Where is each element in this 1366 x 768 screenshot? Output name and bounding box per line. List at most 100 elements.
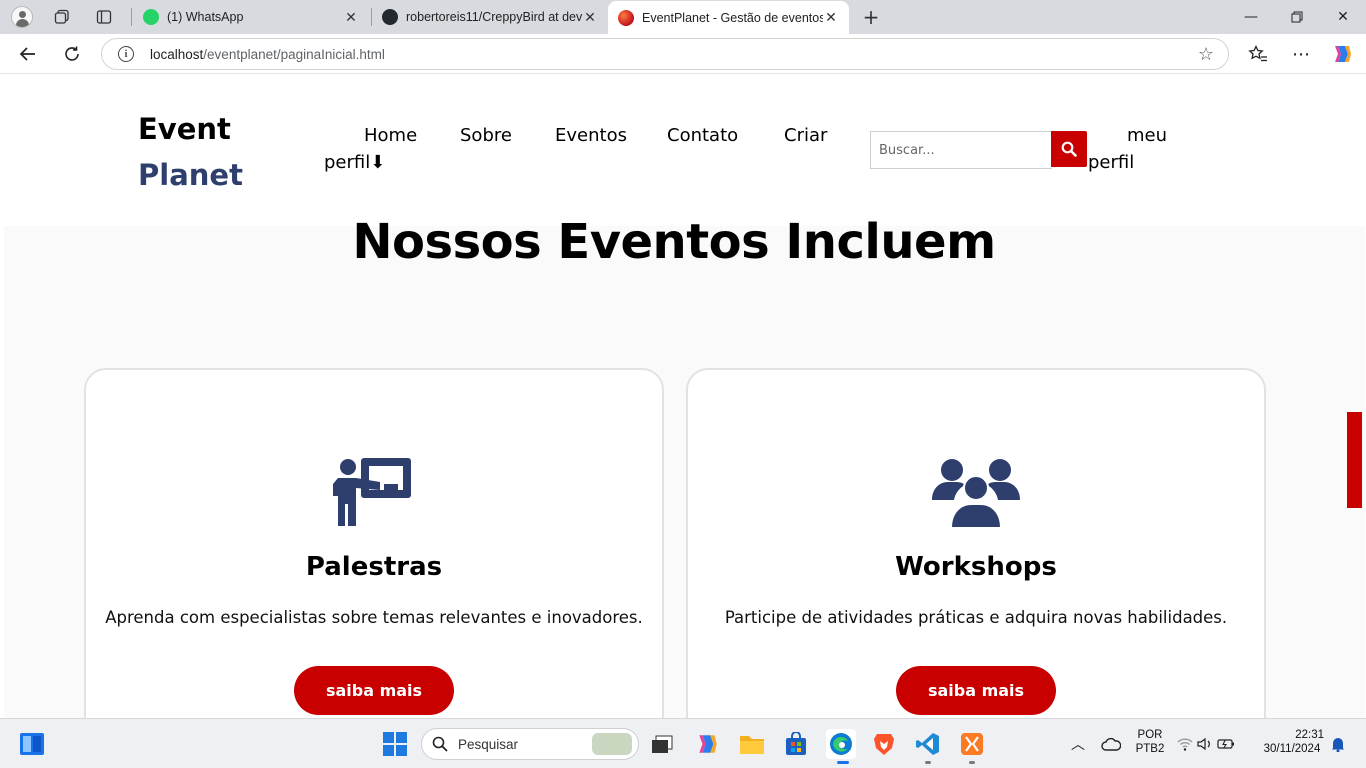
edge-icon	[830, 733, 852, 755]
clock[interactable]: 22:31 30/11/2024	[1252, 729, 1332, 755]
tab-actions-icon	[96, 10, 112, 24]
vscode-icon	[916, 733, 939, 755]
brave-lion-icon	[874, 734, 894, 755]
tab-whatsapp[interactable]: (1) WhatsApp ✕	[133, 0, 369, 34]
close-tab-icon[interactable]: ✕	[343, 9, 359, 26]
back-button[interactable]	[13, 40, 43, 68]
nav-contato-link[interactable]: Contato	[667, 125, 738, 146]
clock-date: 30/11/2024	[1263, 743, 1321, 755]
copilot-button[interactable]	[1328, 40, 1358, 68]
favorites-button[interactable]	[1243, 40, 1273, 68]
keyboard-layout: PTB2	[1135, 743, 1165, 755]
copilot-icon	[1335, 46, 1351, 62]
profile-button[interactable]	[7, 4, 37, 30]
search-icon	[1061, 141, 1077, 157]
new-tab-button[interactable]: +	[856, 4, 886, 30]
tab-actions-button[interactable]	[89, 4, 119, 30]
system-status-button[interactable]	[1176, 730, 1236, 758]
onedrive-button[interactable]	[1098, 730, 1124, 758]
nav-criar-link[interactable]: Criar	[784, 125, 827, 146]
copilot-icon	[699, 735, 717, 753]
nav-eventos-link[interactable]: Eventos	[555, 125, 627, 146]
users-group-icon	[931, 456, 1021, 532]
close-tab-icon[interactable]: ✕	[823, 9, 839, 26]
browser-tab-strip: (1) WhatsApp ✕ robertoreis11/CreppyBird …	[0, 0, 1366, 34]
whatsapp-icon	[143, 9, 159, 25]
saiba-mais-button[interactable]: saiba mais	[896, 666, 1056, 715]
favorite-star-icon[interactable]: ☆	[1198, 44, 1214, 65]
language-indicator[interactable]: POR PTB2	[1132, 729, 1168, 755]
xampp-running-indicator	[969, 761, 975, 764]
eventplanet-icon	[618, 9, 634, 26]
vscode-button[interactable]	[914, 730, 942, 758]
widgets-button[interactable]	[18, 730, 46, 758]
nav-meu-perfil-link[interactable]: perfil	[1088, 152, 1134, 173]
more-dots-icon: ⋯	[1292, 43, 1310, 65]
search-input[interactable]	[870, 131, 1052, 169]
chevron-up-icon: ︿	[1071, 737, 1085, 753]
store-button[interactable]	[782, 730, 810, 758]
language-code: POR	[1137, 729, 1163, 741]
xampp-button[interactable]	[958, 730, 986, 758]
nav-meu-text[interactable]: meu	[1127, 125, 1167, 146]
taskbar-search-placeholder: Pesquisar	[458, 736, 519, 752]
taskbar: Pesquisar ︿ POR PTB2 22:31 30/11/2024	[0, 718, 1366, 768]
site-logo[interactable]: Event Planet	[138, 106, 243, 198]
menu-button[interactable]: ⋯	[1286, 40, 1316, 68]
back-arrow-icon	[19, 47, 35, 61]
brave-button[interactable]	[870, 730, 898, 758]
logo-planet-text: Planet	[138, 158, 243, 192]
copilot-taskbar-button[interactable]	[694, 730, 722, 758]
widgets-icon	[20, 733, 44, 755]
taskbar-search-box[interactable]: Pesquisar	[421, 728, 639, 760]
close-tab-icon[interactable]: ✕	[582, 9, 598, 26]
clock-time: 22:31	[1295, 729, 1324, 741]
card-title: Workshops	[895, 552, 1057, 582]
section-title: Nossos Eventos Incluem	[352, 214, 996, 270]
file-explorer-button[interactable]	[738, 730, 766, 758]
wifi-icon	[1177, 738, 1193, 751]
start-button[interactable]	[381, 730, 409, 758]
store-icon	[786, 732, 806, 755]
restore-button[interactable]	[1274, 0, 1320, 34]
url-text: localhost/eventplanet/paginaInicial.html	[150, 47, 385, 62]
minimize-button[interactable]: —	[1228, 0, 1274, 34]
scrollbar-thumb[interactable]	[1347, 412, 1362, 508]
saiba-mais-button[interactable]: saiba mais	[294, 666, 454, 715]
workspaces-button[interactable]	[47, 4, 77, 30]
nav-sobre-link[interactable]: Sobre	[460, 125, 512, 146]
minimize-icon: —	[1244, 9, 1258, 25]
tab-title: robertoreis11/CreppyBird at deve	[406, 10, 582, 24]
edge-running-indicator	[837, 761, 849, 764]
search-button[interactable]	[1051, 131, 1087, 167]
bell-icon	[1332, 738, 1344, 752]
reload-button[interactable]	[57, 40, 87, 68]
restore-icon	[1291, 11, 1303, 23]
nav-criar-perfil-link[interactable]: perfil⬇	[324, 152, 385, 173]
browser-toolbar: i localhost/eventplanet/paginaInicial.ht…	[0, 34, 1366, 74]
folder-icon	[740, 736, 764, 754]
tray-overflow-button[interactable]: ︿	[1066, 730, 1090, 758]
task-view-button[interactable]	[648, 730, 676, 758]
volume-icon	[1197, 737, 1210, 751]
close-window-button[interactable]: ✕	[1320, 0, 1366, 34]
cloud-icon	[1101, 737, 1121, 751]
profile-icon	[11, 6, 33, 28]
site-info-icon[interactable]: i	[118, 46, 134, 62]
search-icon	[432, 736, 448, 752]
vscode-running-indicator	[925, 761, 931, 764]
address-bar[interactable]: i localhost/eventplanet/paginaInicial.ht…	[101, 38, 1229, 70]
edge-button[interactable]	[826, 729, 856, 759]
notifications-button[interactable]	[1328, 730, 1348, 758]
card-description: Aprenda com especialistas sobre temas re…	[105, 608, 643, 627]
page-viewport: Event Planet Home Sobre Eventos Contato …	[4, 74, 1365, 718]
battery-icon	[1217, 739, 1234, 749]
tab-title: EventPlanet - Gestão de eventos	[642, 10, 823, 25]
workspaces-icon	[54, 9, 69, 24]
tab-github[interactable]: robertoreis11/CreppyBird at deve ✕	[372, 0, 608, 34]
url-path: /eventplanet/paginaInicial.html	[203, 46, 385, 62]
plus-icon: +	[862, 5, 880, 29]
xampp-icon	[961, 733, 983, 755]
tab-eventplanet[interactable]: EventPlanet - Gestão de eventos ✕	[608, 1, 849, 34]
nav-home-link[interactable]: Home	[364, 125, 417, 146]
